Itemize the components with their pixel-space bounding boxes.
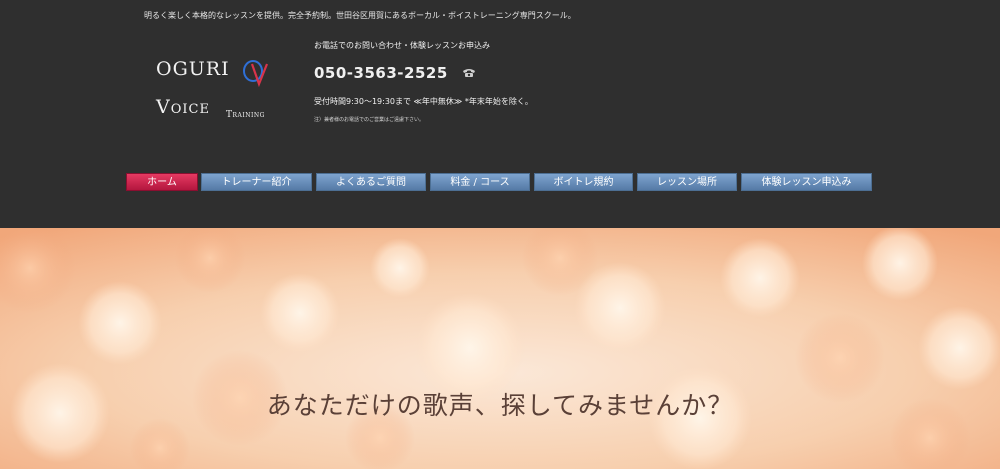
tagline: 明るく楽しく本格的なレッスンを提供。完全予約制。世田谷区用賀にあるボーカル・ボイ…	[144, 11, 576, 20]
hero-headline: あなただけの歌声、探してみませんか？	[266, 391, 734, 420]
nav-trial-lesson[interactable]: 体験レッスン申込み	[741, 173, 872, 191]
phone-row: 050-3563-2525	[314, 64, 476, 82]
contact-block: お電話でのお問い合わせ・体験レッスンお申込み 050-3563-2525 受付時…	[314, 40, 533, 123]
contact-note: 注）兼者様のお電話でのご営業はご遠慮下さい。	[314, 117, 425, 123]
logo-mark-icon	[243, 60, 269, 88]
nav-pricing[interactable]: 料金 / コース	[430, 173, 530, 191]
logo-word-voice: Voice	[156, 96, 210, 118]
business-hours: 受付時間9:30～19:30まで ≪年中無休≫ *年末年始を除く。	[314, 97, 533, 106]
logo-word-training: Training	[226, 110, 265, 120]
nav-location[interactable]: レッスン場所	[637, 173, 737, 191]
phone-number[interactable]: 050-3563-2525	[314, 64, 448, 82]
nav-trainers[interactable]: トレーナー紹介	[201, 173, 312, 191]
logo-word-oguri: Oguri	[156, 58, 230, 80]
bokeh-background	[0, 228, 1000, 469]
phone-icon	[462, 69, 475, 77]
site-logo[interactable]: Oguri Voice Training	[156, 58, 281, 128]
site-header: 明るく楽しく本格的なレッスンを提供。完全予約制。世田谷区用賀にあるボーカル・ボイ…	[0, 0, 1000, 228]
nav-terms[interactable]: ボイトレ規約	[534, 173, 633, 191]
hero-banner: あなただけの歌声、探してみませんか？	[0, 228, 1000, 469]
contact-heading: お電話でのお問い合わせ・体験レッスンお申込み	[314, 41, 490, 50]
nav-home[interactable]: ホーム	[126, 173, 198, 191]
nav-faq[interactable]: よくあるご質問	[316, 173, 426, 191]
